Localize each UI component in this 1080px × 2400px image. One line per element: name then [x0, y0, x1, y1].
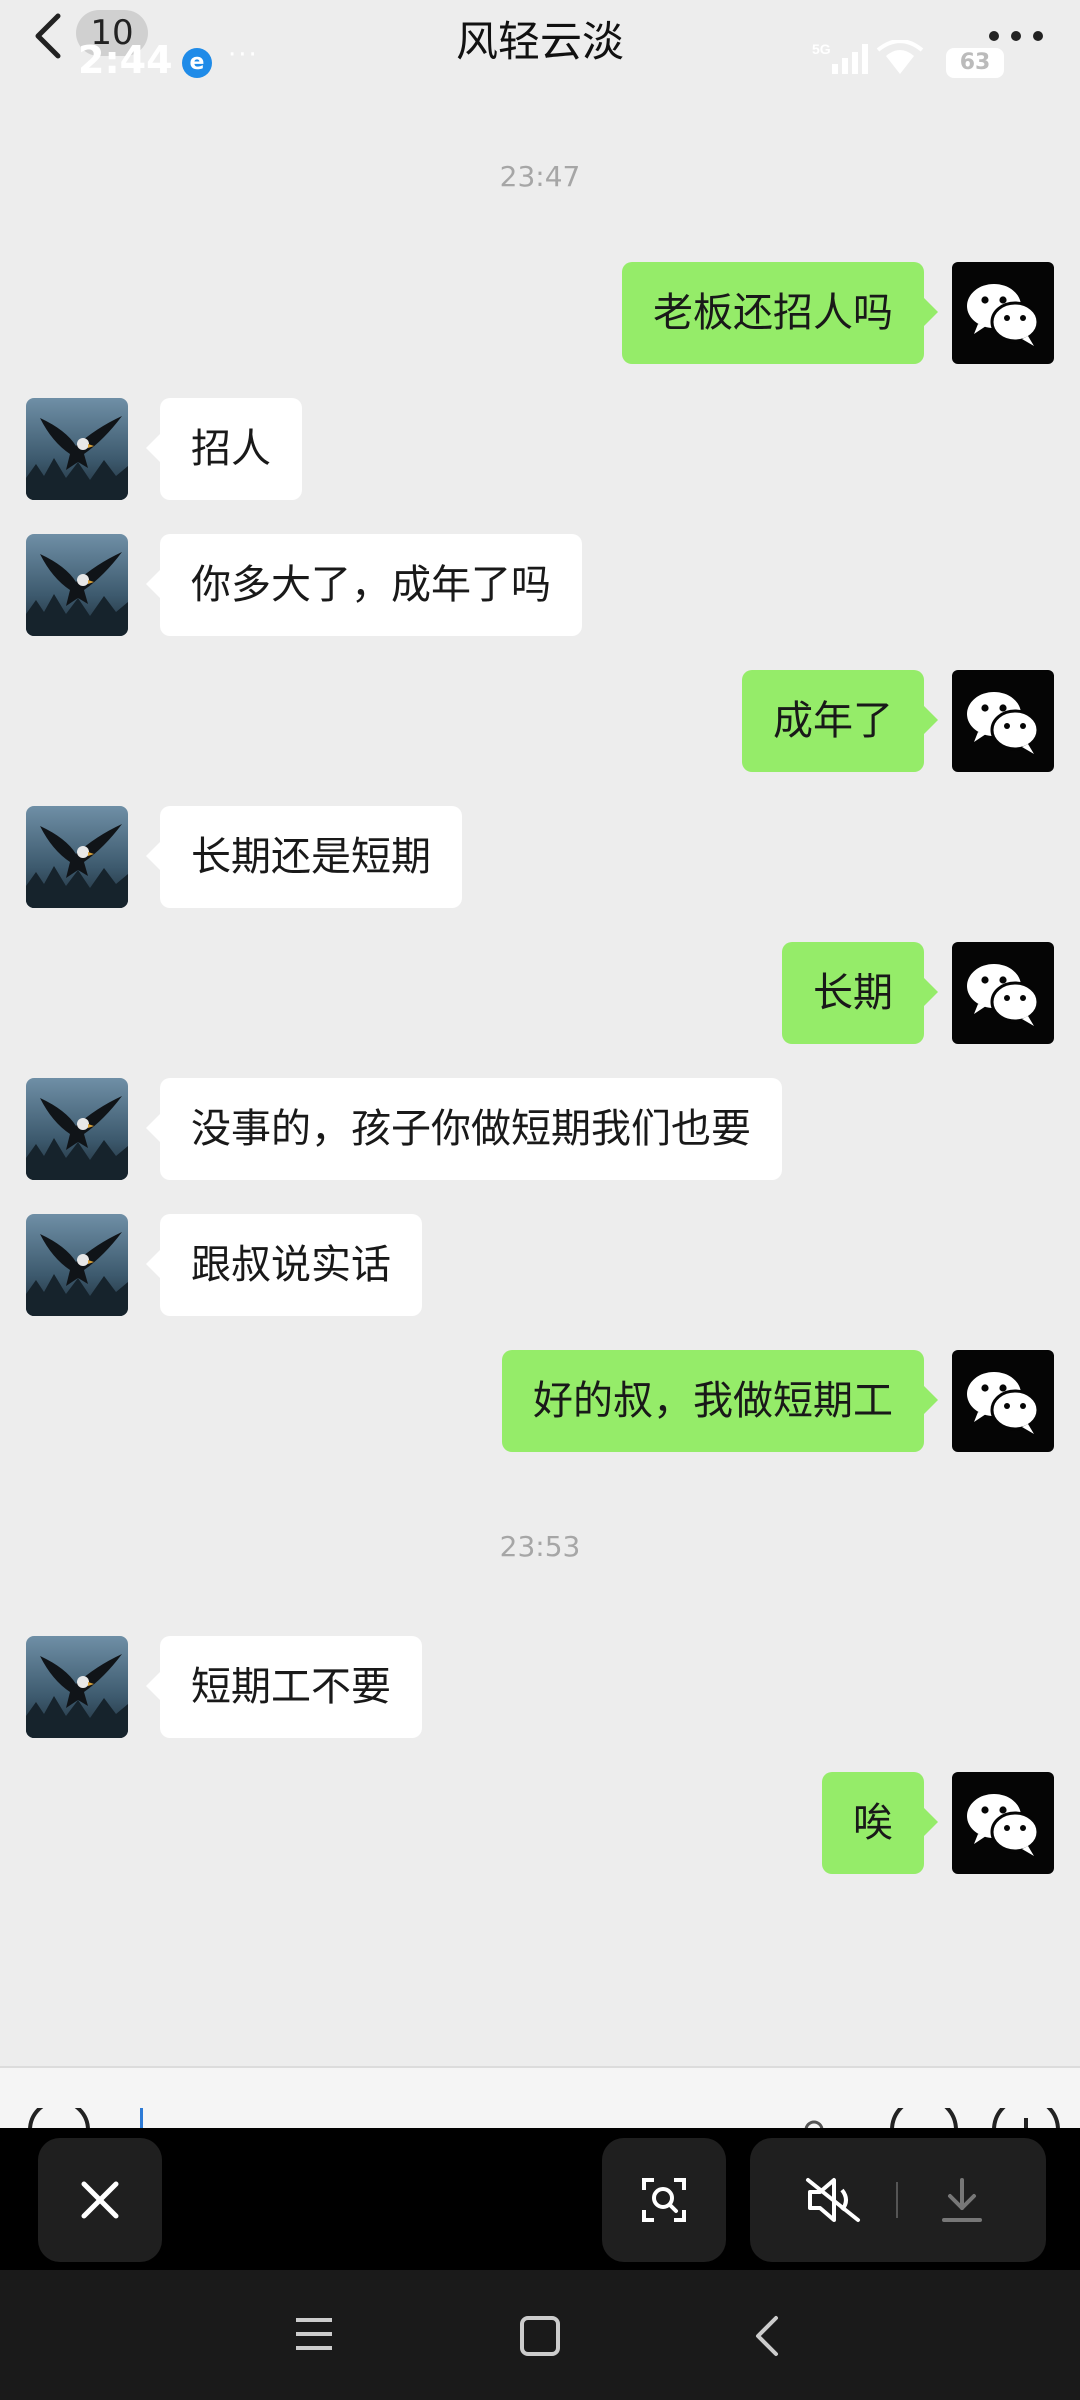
contact-avatar[interactable]	[26, 806, 128, 908]
contact-avatar[interactable]	[26, 534, 128, 636]
volume-mute-icon[interactable]	[804, 2176, 864, 2224]
close-icon	[81, 2181, 119, 2219]
eagle-avatar-icon	[26, 806, 128, 908]
incoming-message-bubble[interactable]: 没事的，孩子你做短期我们也要	[146, 1078, 782, 1180]
outgoing-message-bubble[interactable]: 唉	[822, 1772, 938, 1874]
image-search-button[interactable]	[602, 2138, 726, 2262]
my-avatar[interactable]	[952, 670, 1054, 772]
message-timestamp: 23:47	[499, 160, 581, 193]
my-avatar[interactable]	[952, 262, 1054, 364]
contact-avatar[interactable]	[26, 1214, 128, 1316]
eagle-avatar-icon	[26, 1636, 128, 1738]
eagle-avatar-icon	[26, 1214, 128, 1316]
voice-input-icon[interactable]	[26, 2108, 92, 2130]
outgoing-message-bubble[interactable]: 老板还招人吗	[622, 262, 938, 364]
plus-more-icon[interactable]	[990, 2108, 1062, 2130]
outgoing-message-bubble[interactable]: 成年了	[742, 670, 938, 772]
outgoing-message-bubble[interactable]: 长期	[782, 942, 938, 1044]
wechat-logo-icon	[967, 284, 1040, 346]
contact-avatar[interactable]	[26, 1636, 128, 1738]
nav-back-icon[interactable]	[748, 2312, 784, 2360]
divider	[896, 2182, 898, 2218]
close-button[interactable]	[38, 2138, 162, 2262]
wechat-logo-icon	[967, 1372, 1040, 1434]
my-avatar[interactable]	[952, 942, 1054, 1044]
outgoing-message-bubble[interactable]: 好的叔，我做短期工	[502, 1350, 938, 1452]
media-actions-group	[750, 2138, 1046, 2262]
my-avatar[interactable]	[952, 1772, 1054, 1874]
incoming-message-bubble[interactable]: 长期还是短期	[146, 806, 462, 908]
wechat-logo-icon	[967, 692, 1040, 754]
incoming-message-bubble[interactable]: 跟叔说实话	[146, 1214, 422, 1316]
system-navigation-bar	[0, 2270, 1080, 2400]
contact-avatar[interactable]	[26, 398, 128, 500]
image-search-icon	[642, 2178, 686, 2222]
menu-icon[interactable]	[292, 2314, 336, 2354]
wechat-logo-icon	[967, 1794, 1040, 1856]
media-overlay-bar	[0, 2128, 1080, 2270]
eagle-avatar-icon	[26, 398, 128, 500]
download-icon[interactable]	[938, 2176, 986, 2224]
eagle-avatar-icon	[26, 1078, 128, 1180]
my-avatar[interactable]	[952, 1350, 1054, 1452]
message-list[interactable]: 23:47 23:53 老板还招人吗招人你多大了，成年了吗成年了长期还是短期长期…	[0, 0, 1080, 2066]
incoming-message-bubble[interactable]: 招人	[146, 398, 302, 500]
wechat-logo-icon	[967, 964, 1040, 1026]
text-cursor	[140, 2108, 143, 2130]
message-input-bar[interactable]	[0, 2066, 1080, 2130]
home-square-icon[interactable]	[518, 2314, 562, 2358]
message-timestamp: 23:53	[499, 1530, 581, 1563]
emoji-icon[interactable]	[888, 2108, 960, 2130]
contact-avatar[interactable]	[26, 1078, 128, 1180]
eagle-avatar-icon	[26, 534, 128, 636]
incoming-message-bubble[interactable]: 你多大了，成年了吗	[146, 534, 582, 636]
incoming-message-bubble[interactable]: 短期工不要	[146, 1636, 422, 1738]
